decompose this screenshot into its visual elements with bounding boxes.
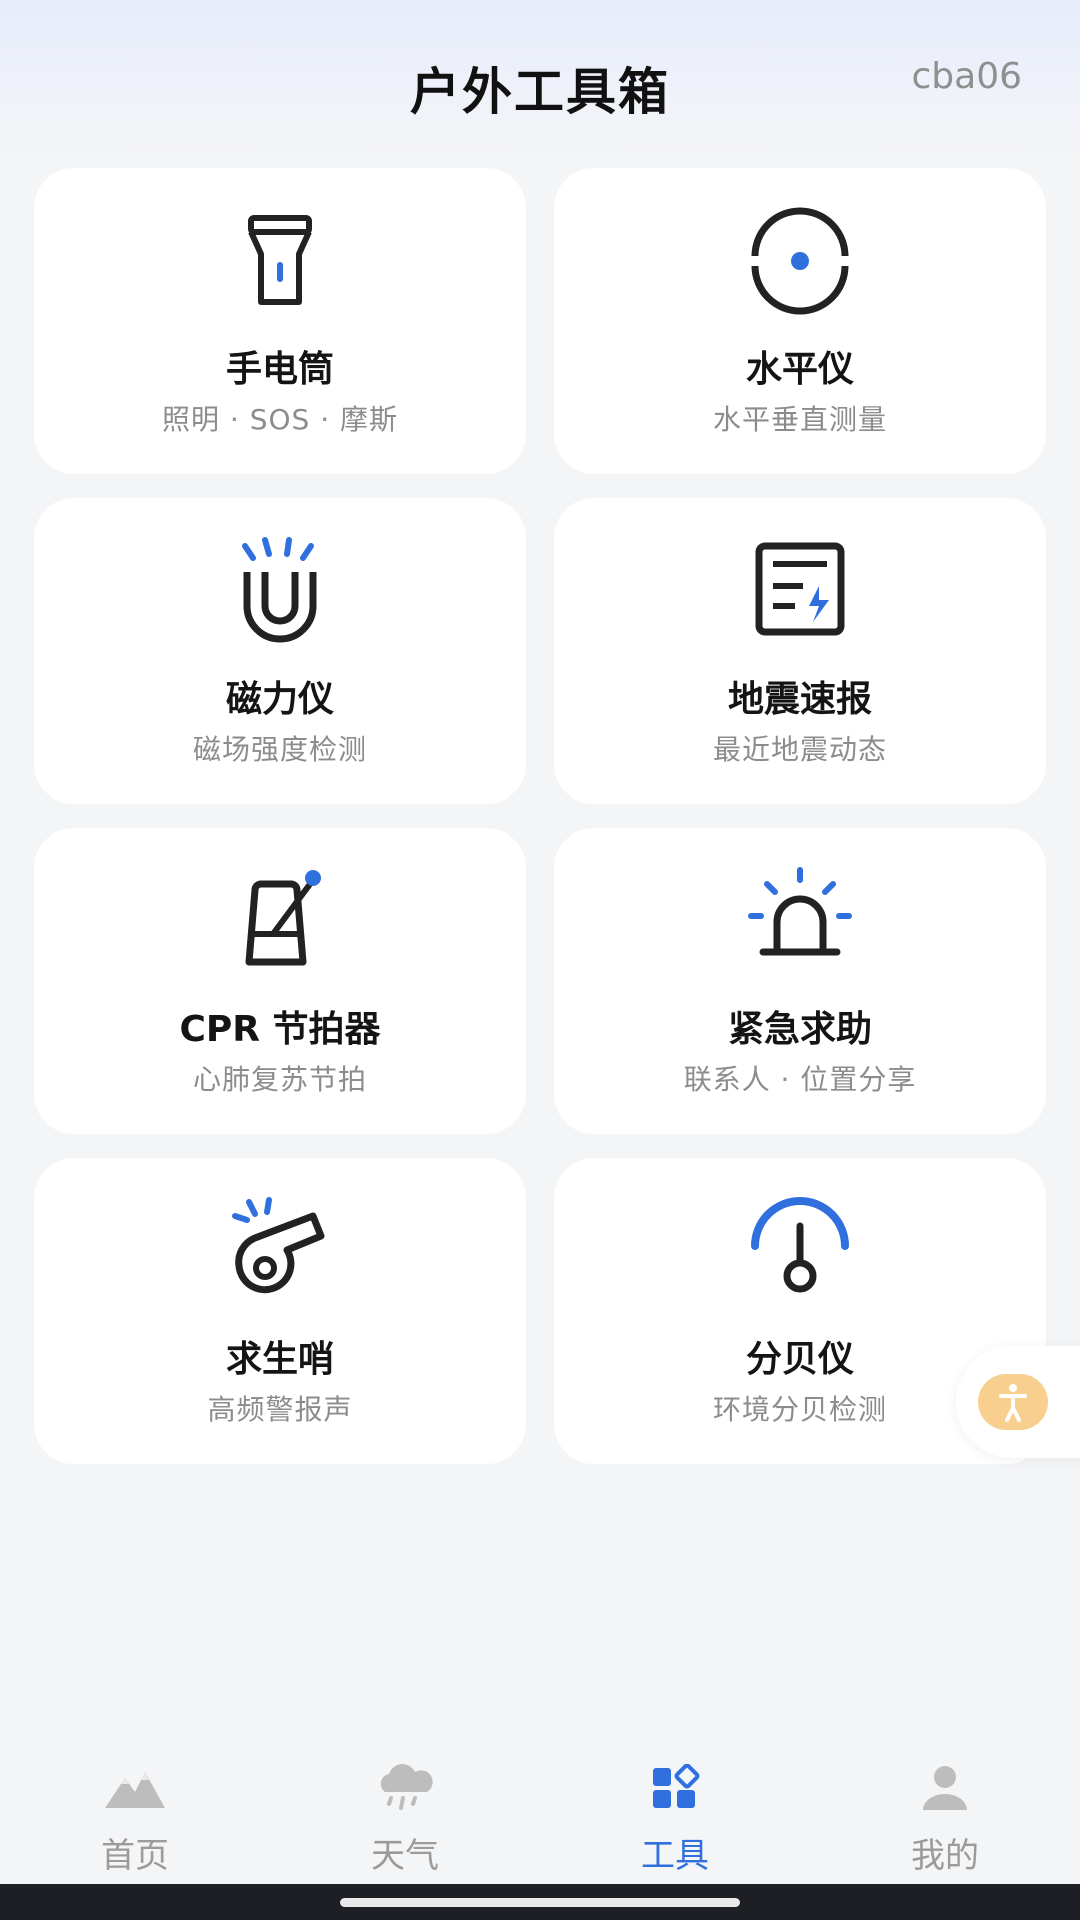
flashlight-icon [225, 206, 335, 316]
accessibility-icon [999, 1384, 1027, 1422]
tool-desc: 最近地震动态 [712, 733, 887, 766]
tool-desc: 心肺复苏节拍 [192, 1063, 367, 1096]
bottom-tab-bar: 首页 天气 工具 我的 [0, 1740, 1080, 1884]
tool-card-level[interactable]: 水平仪 水平垂直测量 [554, 168, 1046, 474]
tool-card-magnetometer[interactable]: 磁力仪 磁场强度检测 [34, 498, 526, 804]
tool-name: 求生哨 [225, 1339, 334, 1380]
tool-desc: 水平垂直测量 [712, 403, 887, 436]
tab-label: 天气 [371, 1836, 439, 1876]
mountain-icon [103, 1764, 167, 1812]
account-badge[interactable]: cba06 [911, 56, 1022, 97]
rain-cloud-icon [373, 1764, 437, 1812]
tool-desc: 高频警报声 [207, 1393, 353, 1426]
tab-tools[interactable]: 工具 [540, 1740, 810, 1884]
tool-name: 紧急求助 [727, 1009, 872, 1050]
magnet-icon [225, 536, 335, 646]
earthquake-report-icon [745, 536, 855, 646]
tool-name: 手电筒 [225, 349, 334, 390]
tools-grid-icon [643, 1764, 707, 1812]
tool-name: 水平仪 [745, 349, 854, 390]
tool-card-flashlight[interactable]: 手电筒 照明 · SOS · 摩斯 [34, 168, 526, 474]
tool-card-earthquake[interactable]: 地震速报 最近地震动态 [554, 498, 1046, 804]
tool-desc: 照明 · SOS · 摩斯 [162, 403, 398, 436]
tool-card-cpr-metronome[interactable]: CPR 节拍器 心肺复苏节拍 [34, 828, 526, 1134]
tool-desc: 联系人 · 位置分享 [683, 1063, 917, 1096]
decibel-meter-icon [745, 1196, 855, 1306]
tab-label: 首页 [101, 1836, 169, 1876]
tab-home[interactable]: 首页 [0, 1740, 270, 1884]
header: 户外工具箱 cba06 [0, 0, 1080, 160]
tool-desc: 磁场强度检测 [192, 733, 367, 766]
tab-label: 工具 [641, 1836, 709, 1876]
alarm-light-icon [745, 866, 855, 976]
tab-label: 我的 [911, 1836, 979, 1876]
tool-name: 磁力仪 [225, 679, 334, 720]
tool-card-emergency[interactable]: 紧急求助 联系人 · 位置分享 [554, 828, 1046, 1134]
tab-weather[interactable]: 天气 [270, 1740, 540, 1884]
tool-name: CPR 节拍器 [179, 1009, 381, 1050]
metronome-icon [225, 866, 335, 976]
tool-name: 地震速报 [727, 679, 872, 720]
tab-profile[interactable]: 我的 [810, 1740, 1080, 1884]
tool-card-whistle[interactable]: 求生哨 高频警报声 [34, 1158, 526, 1464]
tool-grid: 手电筒 照明 · SOS · 摩斯 水平仪 水平垂直测量 磁力仪 磁场强度检测 … [34, 168, 1046, 1464]
level-icon [745, 206, 855, 316]
whistle-icon [225, 1196, 335, 1306]
floating-accessibility-button[interactable] [956, 1346, 1080, 1458]
home-indicator[interactable] [340, 1898, 740, 1907]
user-icon [913, 1764, 977, 1812]
